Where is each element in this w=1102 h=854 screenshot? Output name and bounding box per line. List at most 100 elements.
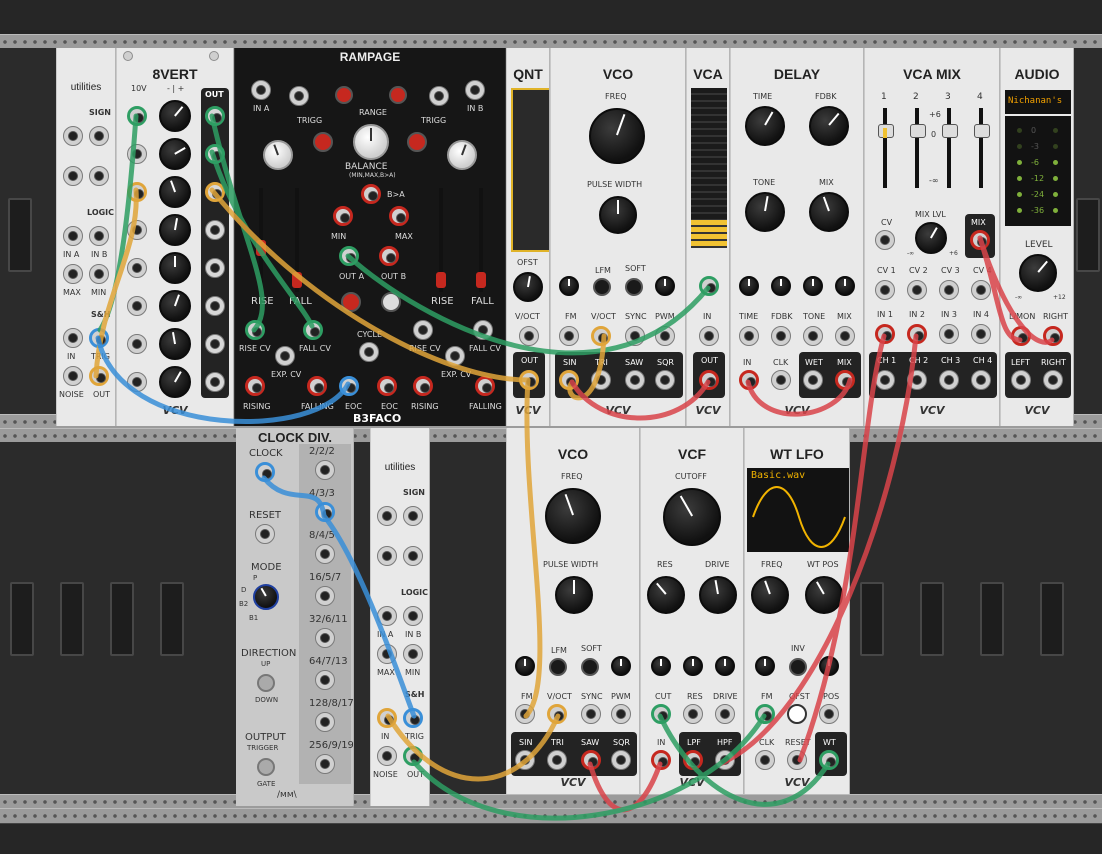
sh-in-jack[interactable] [377, 708, 397, 728]
offset-knob[interactable] [513, 272, 543, 302]
8vert-in-jack[interactable] [127, 334, 147, 354]
channel-jack[interactable] [875, 370, 895, 390]
wet-out-jack[interactable] [803, 370, 823, 390]
fdbk-knob[interactable] [809, 106, 849, 146]
channel-jack[interactable] [939, 324, 959, 344]
soft-button[interactable] [625, 278, 643, 296]
channel-jack[interactable] [907, 280, 927, 300]
in-b-jack[interactable] [465, 80, 485, 100]
tone-knob[interactable] [745, 192, 785, 232]
vcf-in-jack[interactable] [651, 750, 671, 770]
tri-out-jack[interactable] [591, 370, 611, 390]
8vert-in-jack[interactable] [127, 182, 147, 202]
8vert-gain-knob[interactable] [159, 252, 191, 284]
trigg-a-button[interactable] [313, 132, 333, 152]
b-gt-a-jack[interactable] [361, 184, 381, 204]
voct-jack[interactable] [547, 704, 567, 724]
shape-b-knob[interactable] [447, 140, 477, 170]
freq-knob[interactable] [545, 488, 601, 544]
pwm-jack[interactable] [655, 326, 675, 346]
channel-jack[interactable] [875, 324, 895, 344]
sqr-out-jack[interactable] [655, 370, 675, 390]
reset-jack[interactable] [787, 750, 807, 770]
8vert-out-jack[interactable] [205, 182, 225, 202]
res-cv-jack[interactable] [683, 704, 703, 724]
tri-out-jack[interactable] [547, 750, 567, 770]
sync-jack[interactable] [625, 326, 645, 346]
fm-jack[interactable] [755, 704, 775, 724]
min-jack[interactable] [333, 206, 353, 226]
tone-cv-jack[interactable] [803, 326, 823, 346]
sign-out-jack[interactable] [403, 506, 423, 526]
fm-knob[interactable] [515, 656, 535, 676]
channel-fader-handle[interactable] [974, 124, 990, 138]
voct-in-jack[interactable] [519, 326, 539, 346]
fm-cv-knob[interactable] [755, 656, 775, 676]
channel-fader[interactable] [979, 108, 983, 188]
clock-in-jack[interactable] [255, 462, 275, 482]
delay-in-jack[interactable] [739, 370, 759, 390]
fm-jack[interactable] [515, 704, 535, 724]
quantizer-keyboard[interactable] [511, 88, 549, 252]
fm-knob[interactable] [559, 276, 579, 296]
pwm-knob[interactable] [655, 276, 675, 296]
audio-level-knob[interactable] [1019, 254, 1057, 292]
fall-cv-a-jack[interactable] [303, 320, 323, 340]
eoc-b-jack[interactable] [377, 376, 397, 396]
noise-jack[interactable] [63, 366, 83, 386]
output-switch[interactable] [257, 758, 275, 776]
division-out-jack[interactable] [315, 502, 335, 522]
division-out-jack[interactable] [315, 754, 335, 774]
logic-in-a-jack[interactable] [377, 606, 397, 626]
channel-jack[interactable] [971, 370, 991, 390]
cycle-a-button[interactable] [341, 292, 361, 312]
mix-cv-knob[interactable] [835, 276, 855, 296]
falling-b-jack[interactable] [475, 376, 495, 396]
res-cv-knob[interactable] [683, 656, 703, 676]
channel-jack[interactable] [939, 370, 959, 390]
falling-a-jack[interactable] [307, 376, 327, 396]
rising-a-jack[interactable] [245, 376, 265, 396]
sign-jack[interactable] [377, 546, 397, 566]
8vert-out-jack[interactable] [205, 258, 225, 278]
sin-out-jack[interactable] [559, 370, 579, 390]
channel-jack[interactable] [875, 280, 895, 300]
sh-trig-jack[interactable] [89, 328, 109, 348]
8vert-out-jack[interactable] [205, 296, 225, 316]
pwm-knob[interactable] [611, 656, 631, 676]
fall-cv-b-jack[interactable] [473, 320, 493, 340]
mix-out-jack[interactable] [835, 370, 855, 390]
offset-button[interactable] [787, 704, 807, 724]
division-out-jack[interactable] [315, 586, 335, 606]
vca-cv-jack[interactable] [699, 276, 719, 296]
mix-cv-jack[interactable] [875, 230, 895, 250]
range-b-switch[interactable] [389, 86, 407, 104]
division-out-jack[interactable] [315, 460, 335, 480]
sign-in-jack[interactable] [377, 506, 397, 526]
channel-jack[interactable] [907, 370, 927, 390]
pwm-jack[interactable] [611, 704, 631, 724]
right-in-jack[interactable] [1043, 326, 1063, 346]
max-jack[interactable] [389, 206, 409, 226]
saw-out-jack[interactable] [581, 750, 601, 770]
8vert-in-jack[interactable] [127, 106, 147, 126]
sign-out-jack[interactable] [89, 126, 109, 146]
rising-b-jack[interactable] [413, 376, 433, 396]
delay-clk-jack[interactable] [771, 370, 791, 390]
wt-pos-knob[interactable] [805, 576, 843, 614]
reset-jack[interactable] [255, 524, 275, 544]
drive-cv-knob[interactable] [715, 656, 735, 676]
mode-knob[interactable] [253, 584, 279, 610]
rise-b-handle[interactable] [436, 272, 446, 288]
channel-fader[interactable] [883, 108, 887, 188]
lfm-button[interactable] [549, 658, 567, 676]
wt-out-jack[interactable] [819, 750, 839, 770]
sync-jack[interactable] [581, 704, 601, 724]
audio-device-display[interactable]: Nichanan's [1005, 90, 1071, 114]
range-a-switch[interactable] [335, 86, 353, 104]
in-a-jack[interactable] [251, 80, 271, 100]
channel-fader[interactable] [947, 108, 951, 188]
exp-cv-a-jack[interactable] [275, 346, 295, 366]
cutoff-knob[interactable] [663, 488, 721, 546]
8vert-gain-knob[interactable] [159, 138, 191, 170]
